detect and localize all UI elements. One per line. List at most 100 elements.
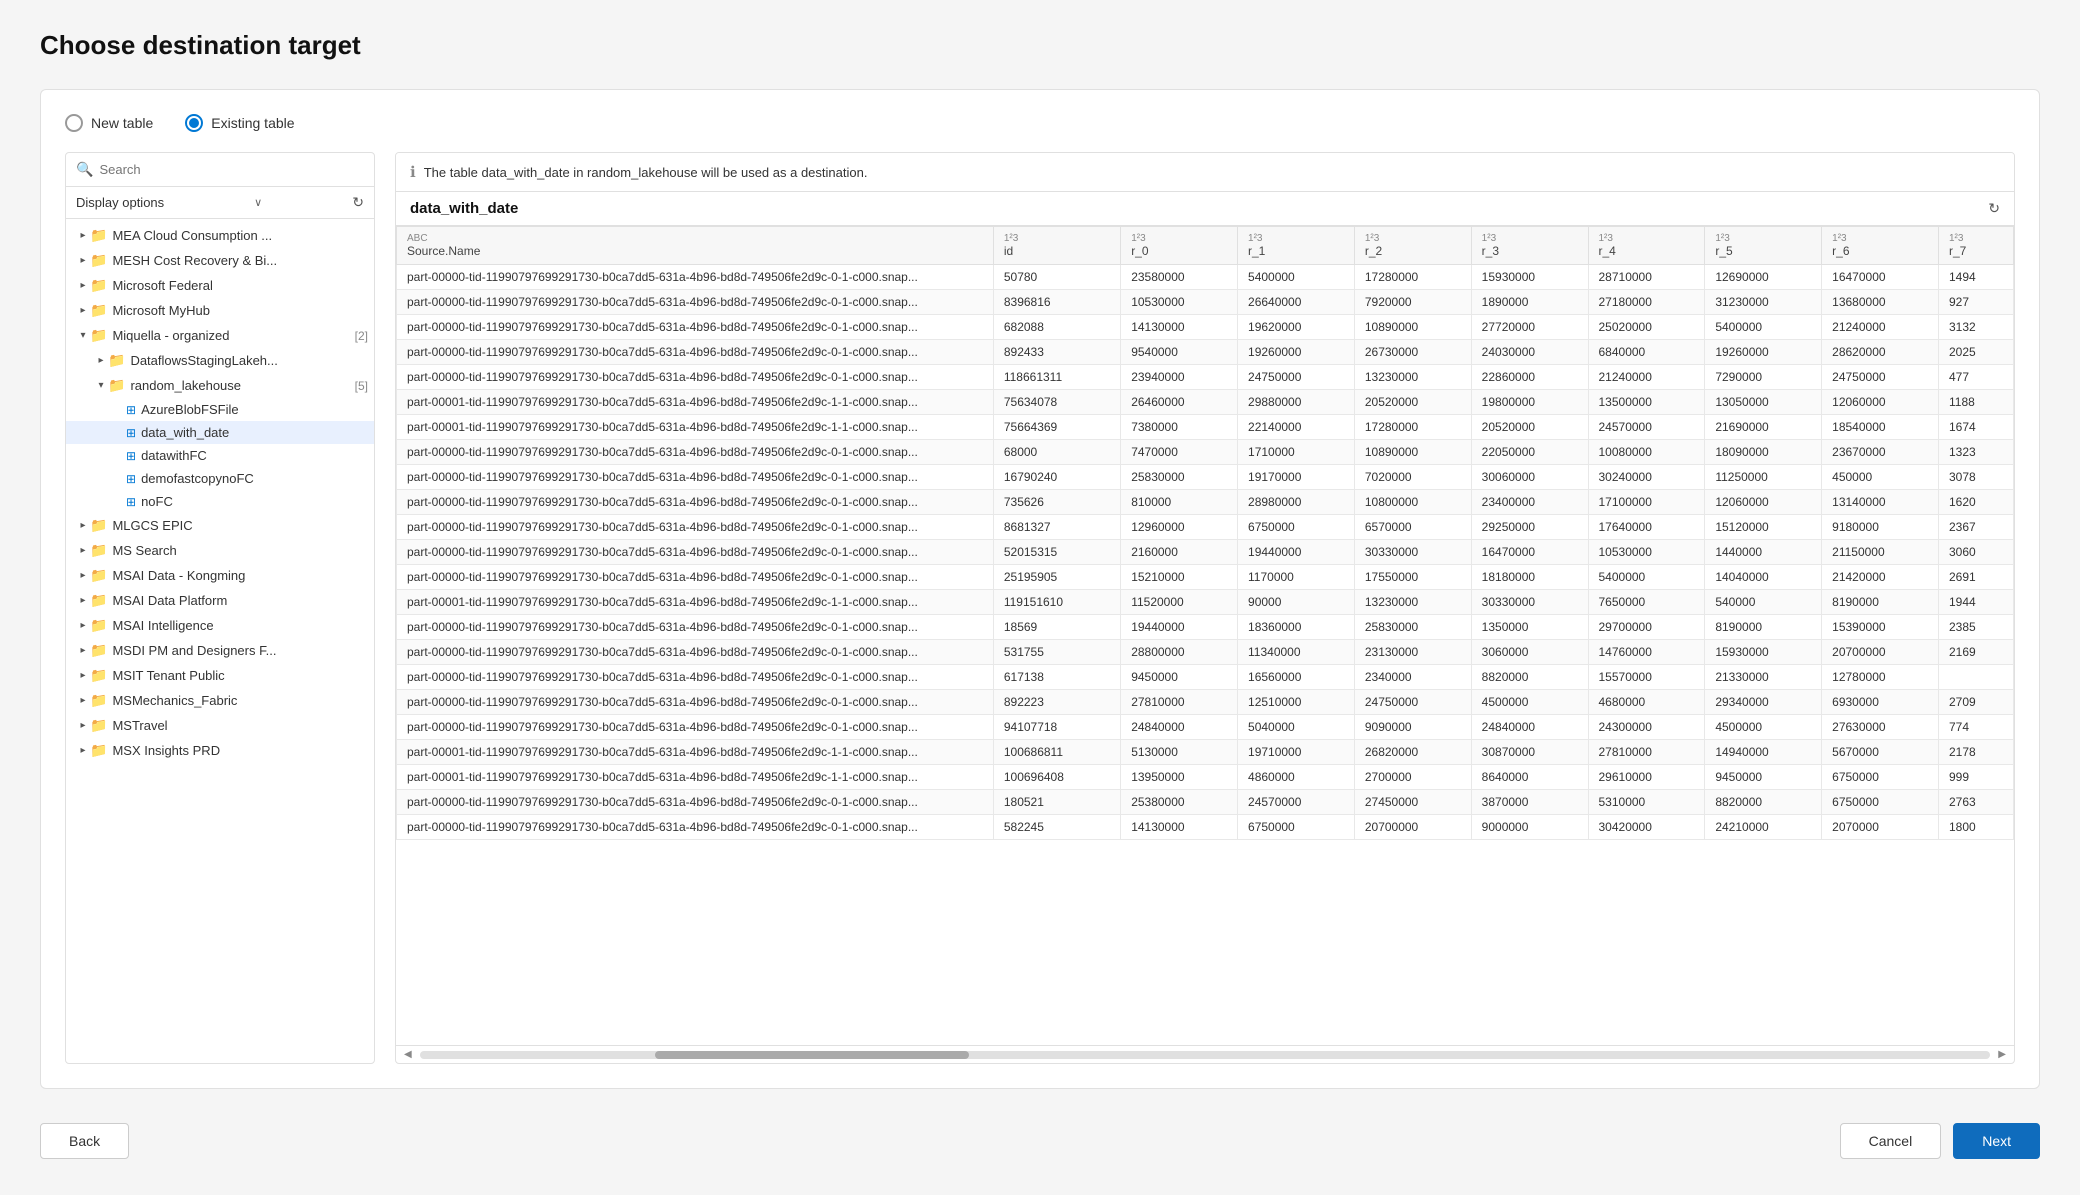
table-cell: 12510000 (1238, 690, 1355, 715)
display-options-row[interactable]: Display options ∨ ↻ (66, 187, 374, 219)
tree-item-dataflows[interactable]: ▸📁DataflowsStagingLakeh... (66, 348, 374, 373)
tree-item-msmechanics[interactable]: ▸📁MSMechanics_Fabric (66, 688, 374, 713)
horizontal-scrollbar[interactable] (420, 1051, 1991, 1059)
cancel-button[interactable]: Cancel (1840, 1123, 1942, 1159)
col-header-Source.Name: ABCSource.Name (397, 227, 994, 265)
data-table-wrapper: ABCSource.Name1²3id1²3r_01²3r_11²3r_21²3… (396, 226, 2014, 1045)
tree-item-msit_tenant[interactable]: ▸📁MSIT Tenant Public (66, 663, 374, 688)
tree-item-data_with_date[interactable]: ⊞data_with_date (66, 421, 374, 444)
folder-icon: 📁 (90, 302, 107, 319)
table-cell: 12060000 (1822, 390, 1939, 415)
tree-item-label: MSX Insights PRD (112, 743, 368, 758)
tree-item-msai_platform[interactable]: ▸📁MSAI Data Platform (66, 588, 374, 613)
table-cell: 450000 (1822, 465, 1939, 490)
folder-icon: 📁 (90, 642, 107, 659)
table-refresh-icon[interactable]: ↻ (1988, 200, 2000, 217)
tree-item-label: MSAI Data Platform (112, 593, 368, 608)
tree-item-msx_insights[interactable]: ▸📁MSX Insights PRD (66, 738, 374, 763)
tree-item-label: MSIT Tenant Public (112, 668, 368, 683)
table-cell: 24750000 (1354, 690, 1471, 715)
tree-area: ▸📁MEA Cloud Consumption ...▸📁MESH Cost R… (66, 219, 374, 1063)
table-cell: 10890000 (1354, 315, 1471, 340)
table-cell: 17550000 (1354, 565, 1471, 590)
col-header-r_4: 1²3r_4 (1588, 227, 1705, 265)
table-cell: 5400000 (1705, 315, 1822, 340)
tree-item-msdi_pm[interactable]: ▸📁MSDI PM and Designers F... (66, 638, 374, 663)
table-cell: 6750000 (1822, 790, 1939, 815)
chevron-down-icon: ∨ (254, 196, 262, 209)
tree-item-msai_kongming[interactable]: ▸📁MSAI Data - Kongming (66, 563, 374, 588)
col-header-r_0: 1²3r_0 (1121, 227, 1238, 265)
table-cell: 14940000 (1705, 740, 1822, 765)
table-cell: part-00000-tid-11990797699291730-b0ca7dd… (397, 315, 994, 340)
tree-item-mea[interactable]: ▸📁MEA Cloud Consumption ... (66, 223, 374, 248)
tree-item-label: MLGCS EPIC (112, 518, 368, 533)
tree-item-azureblob[interactable]: ⊞AzureBlobFSFile (66, 398, 374, 421)
table-cell: 19620000 (1238, 315, 1355, 340)
back-button[interactable]: Back (40, 1123, 129, 1159)
table-cell: 9180000 (1822, 515, 1939, 540)
table-cell: 15210000 (1121, 565, 1238, 590)
tree-item-miquella[interactable]: ▾📁Miquella - organized[2] (66, 323, 374, 348)
tree-item-myhub[interactable]: ▸📁Microsoft MyHub (66, 298, 374, 323)
table-cell: 31230000 (1705, 290, 1822, 315)
table-cell: 24570000 (1588, 415, 1705, 440)
info-icon: ℹ (410, 163, 416, 181)
table-cell: 14130000 (1121, 815, 1238, 840)
table-cell: 24030000 (1471, 340, 1588, 365)
tree-item-mlgcs[interactable]: ▸📁MLGCS EPIC (66, 513, 374, 538)
new-table-radio[interactable]: New table (65, 114, 153, 132)
tree-item-msai_intelligence[interactable]: ▸📁MSAI Intelligence (66, 613, 374, 638)
tree-item-mesh[interactable]: ▸📁MESH Cost Recovery & Bi... (66, 248, 374, 273)
table-row: part-00001-tid-11990797699291730-b0ca7dd… (397, 390, 2014, 415)
refresh-icon[interactable]: ↻ (352, 194, 364, 211)
table-cell: part-00001-tid-11990797699291730-b0ca7dd… (397, 390, 994, 415)
table-cell: 7020000 (1354, 465, 1471, 490)
table-cell: 4860000 (1238, 765, 1355, 790)
table-cell: 24210000 (1705, 815, 1822, 840)
tree-item-mstravel[interactable]: ▸📁MSTravel (66, 713, 374, 738)
table-row: part-00000-tid-11990797699291730-b0ca7dd… (397, 290, 2014, 315)
table-cell: 2178 (1938, 740, 2013, 765)
table-row: part-00000-tid-11990797699291730-b0ca7dd… (397, 365, 2014, 390)
chevron-right-icon: ▸ (76, 255, 90, 266)
table-cell: 8640000 (1471, 765, 1588, 790)
tree-item-label: MSAI Intelligence (112, 618, 368, 633)
tree-item-datawithfc[interactable]: ⊞datawithFC (66, 444, 374, 467)
folder-icon: 📁 (90, 617, 107, 634)
table-cell: 30420000 (1588, 815, 1705, 840)
tree-item-nofc[interactable]: ⊞noFC (66, 490, 374, 513)
tree-item-mssearch[interactable]: ▸📁MS Search (66, 538, 374, 563)
tree-item-msfederal[interactable]: ▸📁Microsoft Federal (66, 273, 374, 298)
scroll-left-arrow[interactable]: ◀ (402, 1049, 414, 1060)
table-cell: 26820000 (1354, 740, 1471, 765)
folder-icon: 📁 (90, 542, 107, 559)
tree-item-demofastcopynofc[interactable]: ⊞demofastcopynoFC (66, 467, 374, 490)
existing-table-radio[interactable]: Existing table (185, 114, 294, 132)
table-cell: 24840000 (1471, 715, 1588, 740)
tree-item-label: AzureBlobFSFile (141, 402, 368, 417)
table-cell: 119151610 (993, 590, 1120, 615)
right-panel: ℹ The table data_with_date in random_lak… (395, 152, 2015, 1064)
scroll-right-arrow[interactable]: ▶ (1996, 1049, 2008, 1060)
table-cell: 24300000 (1588, 715, 1705, 740)
tree-item-label: Microsoft Federal (112, 278, 368, 293)
next-button[interactable]: Next (1953, 1123, 2040, 1159)
table-cell: 8190000 (1705, 615, 1822, 640)
search-input[interactable] (99, 162, 364, 177)
table-cell: 1350000 (1471, 615, 1588, 640)
table-cell: 13680000 (1822, 290, 1939, 315)
table-cell: 100686811 (993, 740, 1120, 765)
table-cell: part-00000-tid-11990797699291730-b0ca7dd… (397, 690, 994, 715)
table-cell: 3078 (1938, 465, 2013, 490)
folder-icon: 📁 (90, 742, 107, 759)
chevron-right-icon: ▸ (76, 720, 90, 731)
table-cell: 927 (1938, 290, 2013, 315)
table-cell: 15390000 (1822, 615, 1939, 640)
tree-item-random_lakehouse[interactable]: ▾📁random_lakehouse[5] (66, 373, 374, 398)
table-cell: 999 (1938, 765, 2013, 790)
folder-icon: 📁 (108, 377, 125, 394)
table-row: part-00001-tid-11990797699291730-b0ca7dd… (397, 415, 2014, 440)
table-cell: part-00000-tid-11990797699291730-b0ca7dd… (397, 265, 994, 290)
table-cell: 3060000 (1471, 640, 1588, 665)
